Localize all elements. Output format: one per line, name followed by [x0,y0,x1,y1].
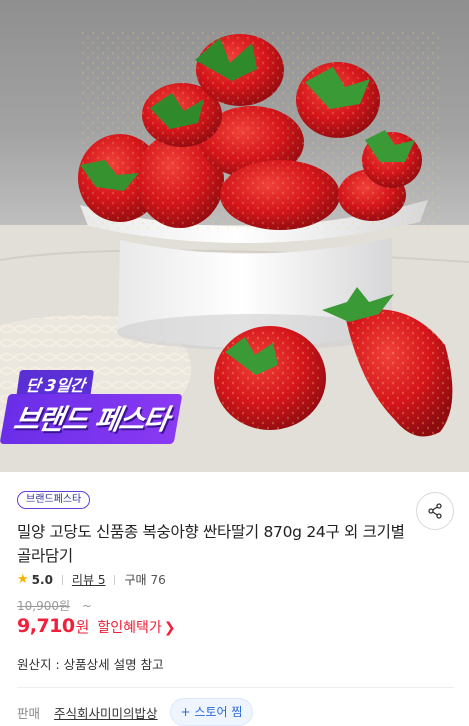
rating-row: ★ 5.0 리뷰 5 구매 76 [17,571,166,588]
sale-price: 9,710 [17,615,75,637]
purchase-label: 구매 [124,573,147,587]
product-title: 밀양 고당도 신품종 복숭아향 싼타딸기 870g 24구 외 크기별 골라담기 [17,523,405,565]
promo-banner: 단 3일간 브랜드 페스타 [0,370,198,446]
original-price-row: 10,900원 ~ [17,597,92,614]
rating-score: 5.0 [31,572,53,587]
product-info-panel: 브랜드페스타 밀양 고당도 신품종 복숭아향 싼타딸기 870g 24구 외 크… [0,472,469,726]
sale-price-row: 9,710 원 할인혜택가 ❯ [17,615,176,637]
divider [61,574,63,585]
chevron-right-icon[interactable]: ❯ [164,620,176,636]
share-icon [428,503,442,519]
brand-festa-badge[interactable]: 브랜드페스타 [17,491,91,509]
price-unit: 원 [75,618,90,636]
divider [114,574,116,585]
discount-benefit-link[interactable]: 할인혜택가 [97,617,161,637]
seller-label: 판매 [17,705,41,721]
purchase-count: 76 [150,572,166,587]
share-button[interactable] [416,492,454,530]
price-range-tilde: ~ [81,599,92,613]
store-follow-button[interactable]: + 스토어 찜 [169,698,254,726]
section-divider [17,687,454,688]
seller-row: 판매 주식회사미미의밥상 + 스토어 찜 [17,698,254,726]
promo-title: 브랜드 페스타 [0,394,183,444]
review-link[interactable]: 리뷰 5 [72,571,106,588]
seller-name-link[interactable]: 주식회사미미의밥상 [54,703,158,722]
original-price: 10,900원 [17,599,71,613]
star-icon: ★ [17,572,29,587]
product-image[interactable]: 단 3일간 브랜드 페스타 [0,0,469,472]
origin-info: 원산지 : 상품상세 설명 참고 [17,657,164,672]
